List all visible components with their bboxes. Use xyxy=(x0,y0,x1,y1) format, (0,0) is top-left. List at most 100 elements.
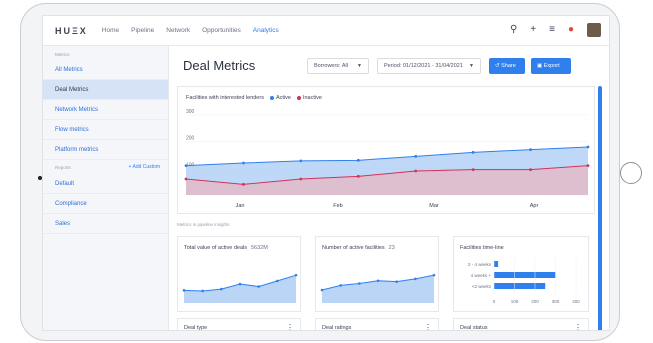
deal-status-title: Deal status xyxy=(460,325,488,331)
sparkline-point xyxy=(320,288,324,292)
timeline-tick-label: 200 xyxy=(531,299,539,304)
export-icon: ▣ xyxy=(537,63,543,69)
timeline-tick-label: 100 xyxy=(511,299,519,304)
nav-link-pipeline[interactable]: Pipeline xyxy=(131,27,154,34)
nav-link-home[interactable]: Home xyxy=(102,27,119,34)
sidebar-item-sales[interactable]: Sales xyxy=(43,214,168,234)
sparkline-point xyxy=(182,289,186,292)
timeline-bar xyxy=(494,272,556,278)
data-point xyxy=(471,168,475,172)
sidebar-item-deal-metrics[interactable]: Deal Metrics xyxy=(43,80,168,100)
borrowers-dropdown[interactable]: Borrowers: All ▼ xyxy=(307,58,369,74)
sidebar-item-flow-metrics[interactable]: Flow metrics xyxy=(43,120,168,140)
nav-actions: ⚲ + ≡ ● xyxy=(510,23,601,37)
deal-status-card[interactable]: Deal status ⋮ xyxy=(453,318,589,331)
deal-type-title: Deal type xyxy=(184,325,208,331)
data-point xyxy=(471,150,475,154)
share-button-label: Share xyxy=(501,63,516,69)
sparkline-point xyxy=(201,289,204,293)
nav-link-analytics[interactable]: Analytics xyxy=(253,27,279,34)
sparkline-point xyxy=(220,287,223,291)
data-point xyxy=(242,161,245,165)
more-options-icon[interactable]: ⋮ xyxy=(424,319,432,330)
notification-bell-icon[interactable]: ● xyxy=(568,24,574,36)
y-tick-label: 300 xyxy=(186,109,195,115)
borrowers-dropdown-label: Borrowers: All xyxy=(314,63,348,69)
data-point xyxy=(414,169,418,173)
period-dropdown[interactable]: Period: 01/12/2021 - 31/04/2021 ▼ xyxy=(377,58,481,74)
data-point xyxy=(529,148,532,152)
nav-link-network[interactable]: Network xyxy=(166,27,190,34)
timeline-title: Facilities time-line xyxy=(460,245,504,251)
active-facilities-count: 23 xyxy=(388,245,395,251)
facilities-chart-card: Facilities with interested lenders Activ… xyxy=(177,86,595,214)
export-button[interactable]: ▣ Export xyxy=(531,58,571,74)
app-screen: HUΞX Home Pipeline Network Opportunities… xyxy=(42,15,610,331)
more-options-icon[interactable]: ⋮ xyxy=(286,319,294,330)
total-value-card: Total value of active deals 5632M xyxy=(177,236,301,312)
timeline-card: Facilities time-line 2 - 4 weeks 4 weeks … xyxy=(453,236,589,312)
list-icon[interactable]: ≡ xyxy=(549,24,555,36)
timeline-row-label: 2 - 4 weeks xyxy=(468,262,492,267)
share-button[interactable]: ↺ Share xyxy=(489,58,525,74)
sparkline-point xyxy=(376,279,380,283)
data-point xyxy=(586,145,590,149)
section-label: Metrics in pipeline insights xyxy=(177,222,230,227)
reports-header: Reports + Add Custom xyxy=(43,160,168,174)
active-facilities-card: Number of active facilities 23 xyxy=(315,236,439,312)
sparkline-point xyxy=(257,285,260,288)
sparkline-area xyxy=(322,275,434,303)
app-logo: HUΞX xyxy=(55,25,88,36)
sidebar-item-network-metrics[interactable]: Network Metrics xyxy=(43,100,168,120)
page-title: Deal Metrics xyxy=(183,58,256,73)
home-button[interactable] xyxy=(620,162,642,184)
scrollbar[interactable] xyxy=(598,86,602,330)
timeline-row-label: <2 weeks xyxy=(472,284,492,289)
data-point xyxy=(529,168,532,172)
x-tick-label: Apr xyxy=(530,203,539,209)
sparkline-point xyxy=(238,282,242,286)
total-value-amount: 5632M xyxy=(250,245,268,251)
nav-link-opportunities[interactable]: Opportunities xyxy=(202,27,241,34)
data-point xyxy=(414,154,418,158)
sparkline-point xyxy=(358,282,361,285)
timeline-tick-label: 300 xyxy=(552,299,560,304)
deal-ratings-card[interactable]: Deal ratings ⋮ xyxy=(315,318,439,331)
data-point xyxy=(184,177,188,181)
period-dropdown-label: Period: 01/12/2021 - 31/04/2021 xyxy=(384,63,463,69)
top-navigation: HUΞX Home Pipeline Network Opportunities… xyxy=(43,16,609,46)
data-point xyxy=(299,177,303,181)
data-point xyxy=(242,182,245,186)
search-icon[interactable]: ⚲ xyxy=(510,24,517,36)
sparkline-point xyxy=(414,277,417,281)
more-options-icon[interactable]: ⋮ xyxy=(574,319,582,330)
x-tick-label: Mar xyxy=(429,203,439,209)
reports-label: Reports xyxy=(55,164,71,170)
data-point xyxy=(299,159,303,163)
main-content: Deal Metrics Borrowers: All ▼ Period: 01… xyxy=(169,46,609,331)
chevron-down-icon: ▼ xyxy=(357,63,362,69)
active-facilities-title: Number of active facilities 23 xyxy=(322,245,395,251)
chevron-down-icon: ▼ xyxy=(469,63,474,69)
add-custom-button[interactable]: + Add Custom xyxy=(128,164,160,170)
sidebar-item-platform-metrics[interactable]: Platform metrics xyxy=(43,140,168,160)
sidebar-item-compliance[interactable]: Compliance xyxy=(43,194,168,214)
x-tick-label: Feb xyxy=(333,203,342,209)
total-value-title: Total value of active deals 5632M xyxy=(184,245,268,251)
sparkline-area xyxy=(184,275,296,303)
deal-type-card[interactable]: Deal type ⋮ xyxy=(177,318,301,331)
sidebar-item-default[interactable]: Default xyxy=(43,174,168,194)
data-point xyxy=(356,158,360,162)
y-tick-label: 200 xyxy=(186,136,195,142)
sidebar: Metrics All Metrics Deal Metrics Network… xyxy=(43,46,169,330)
export-button-label: Export xyxy=(543,63,560,69)
timeline-tick-label: 0 xyxy=(493,299,496,304)
avatar[interactable] xyxy=(587,23,601,37)
sidebar-item-all-metrics[interactable]: All Metrics xyxy=(43,60,168,80)
deal-ratings-title: Deal ratings xyxy=(322,325,352,331)
sparkline-point xyxy=(294,273,298,277)
sparkline-point xyxy=(276,279,279,283)
data-point xyxy=(184,164,188,168)
sparkline-point xyxy=(432,273,436,277)
plus-icon[interactable]: + xyxy=(530,24,536,36)
